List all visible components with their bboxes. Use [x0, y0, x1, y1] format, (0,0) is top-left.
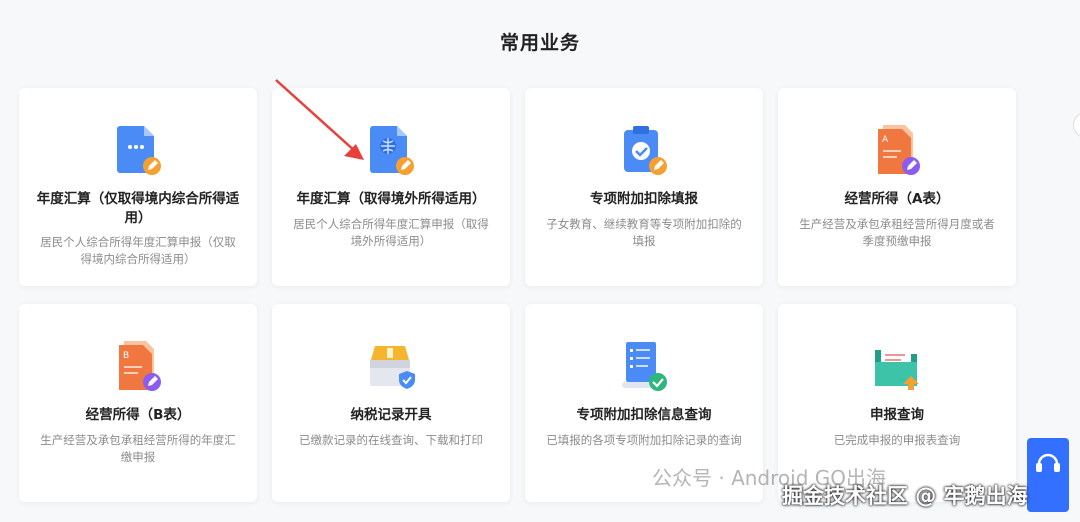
scroll-indicator[interactable] [1073, 112, 1080, 138]
card-desc: 居民个人综合所得年度汇算申报（仅取得境内综合所得适用） [40, 235, 236, 266]
card-annual-domestic[interactable]: 年度汇算（仅取得境内综合所得适用） 居民个人综合所得年度汇算申报（仅取得境内综合… [19, 88, 257, 286]
document-edit-icon [117, 126, 161, 175]
card-title: 专项附加扣除填报 [590, 191, 698, 207]
card-desc: 生产经营及承包承租经营所得的年度汇缴申报 [40, 433, 236, 464]
tax-record-box-icon [370, 346, 415, 389]
clipboard-check-icon [624, 126, 667, 175]
card-desc: 居民个人综合所得年度汇算申报（取得境外所得适用） [293, 217, 489, 248]
card-title: 申报查询 [870, 407, 924, 423]
annotation-arrow [275, 79, 364, 160]
form-a-icon: A [878, 125, 920, 175]
card-desc: 已完成申报的申报表查询 [833, 433, 961, 447]
globe-document-icon [370, 126, 414, 175]
card-business-income-a[interactable]: A 经营所得（A表） 生产经营及承包承租经营所得月度或者季度预缴申报 [778, 88, 1016, 286]
svg-text:B: B [123, 351, 129, 361]
card-business-income-b[interactable]: B 经营所得（B表） 生产经营及承包承租经营所得的年度汇缴申报 [19, 304, 257, 502]
customer-service-button[interactable] [1027, 438, 1069, 512]
card-desc: 已缴款记录的在线查询、下载和打印 [299, 433, 483, 447]
card-title: 年度汇算（仅取得境内综合所得适用） [36, 191, 240, 226]
form-b-icon: B [119, 341, 161, 391]
watermark-juejin: 掘金技术社区 @ 牢鹅出海 [782, 484, 1028, 508]
card-desc: 已填报的各项专项附加扣除记录的查询 [546, 433, 742, 447]
card-title: 纳税记录开具 [350, 407, 432, 423]
checklist-scroll-icon [622, 342, 667, 391]
card-title: 经营所得（A表） [844, 191, 950, 207]
card-desc: 子女教育、继续教育等专项附加扣除的填报 [546, 217, 742, 248]
card-tax-record[interactable]: 纳税记录开具 已缴款记录的在线查询、下载和打印 [272, 304, 510, 502]
section-title: 常用业务 [499, 32, 580, 54]
folder-upload-icon [875, 348, 919, 390]
svg-text:A: A [882, 135, 889, 145]
card-title: 年度汇算（取得境外所得适用） [296, 191, 486, 207]
card-desc: 生产经营及承包承租经营所得月度或者季度预缴申报 [799, 217, 995, 248]
card-title: 专项附加扣除信息查询 [576, 407, 712, 423]
card-title: 经营所得（B表） [85, 407, 191, 423]
card-special-deduction-fill[interactable]: 专项附加扣除填报 子女教育、继续教育等专项附加扣除的填报 [525, 88, 763, 286]
headset-icon [1036, 453, 1060, 472]
